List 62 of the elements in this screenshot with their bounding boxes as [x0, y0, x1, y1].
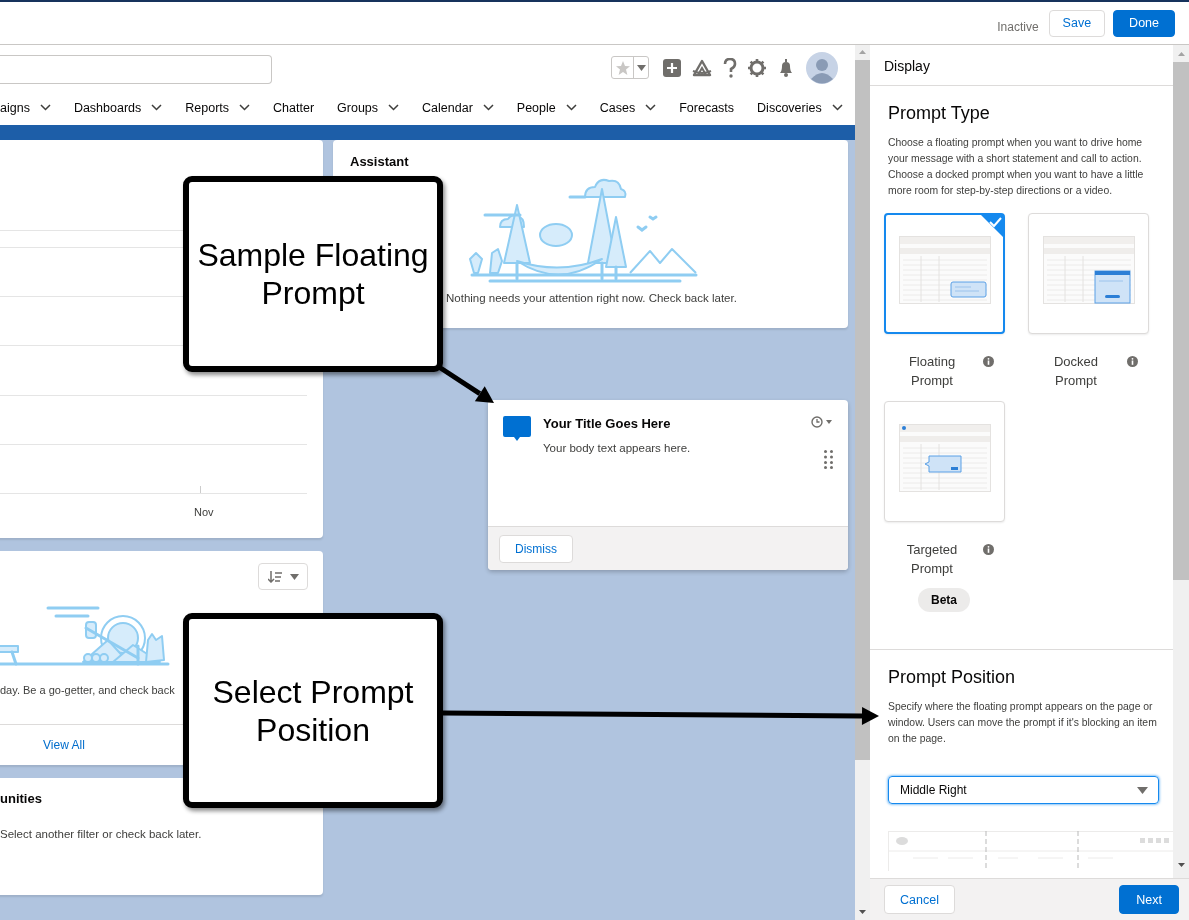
next-button[interactable]: Next — [1119, 885, 1179, 914]
info-icon — [983, 544, 994, 555]
section-heading: Prompt Position — [888, 666, 1017, 688]
dismiss-button[interactable]: Dismiss — [499, 534, 573, 563]
card-title: unities — [0, 791, 43, 806]
info-icon — [1127, 356, 1138, 367]
sort-button[interactable] — [258, 563, 308, 590]
nav-item[interactable]: Groups — [337, 100, 400, 115]
caret-icon — [636, 64, 646, 71]
favorites-button[interactable] — [611, 56, 649, 79]
nav-item[interactable]: People — [516, 100, 577, 115]
section-description: Choose a floating prompt when you want to drive home your message with a short statement and call to action. Choose a docked prompt when you want to have a little more room for step-by-step directions or a video. — [888, 136, 1145, 198]
section-description: Specify where the floating prompt appears on the page or window. Users can move the prompt if it's blocking an item on the page. — [888, 700, 1158, 746]
save-button[interactable]: Save — [1048, 9, 1106, 37]
beta-badge: Beta — [918, 588, 970, 612]
bell-icon[interactable] — [777, 58, 795, 77]
prompt-type-label: Floating Prompt — [907, 353, 957, 390]
prompt-title: Your Title Goes Here — [543, 416, 672, 431]
nav-item[interactable]: Calendar — [422, 100, 494, 115]
clock-caret-icon[interactable] — [811, 416, 833, 428]
chat-icon — [503, 416, 531, 442]
empty-message: day. Be a go-getter, and check back — [0, 684, 175, 696]
search-field[interactable] — [0, 54, 272, 84]
card-title: Assistant — [350, 154, 410, 169]
avatar[interactable] — [806, 51, 838, 84]
nav-item[interactable]: Cases — [599, 100, 657, 115]
nav-item[interactable]: Discoveries — [757, 100, 843, 115]
drag-handle-icon[interactable] — [824, 450, 833, 469]
done-button[interactable]: Done — [1113, 9, 1175, 37]
nav-item[interactable]: Forecasts — [679, 100, 735, 115]
axis-label: Nov — [194, 506, 214, 518]
prompt-type-label: Targeted Prompt — [905, 541, 959, 578]
nav-item[interactable]: Dashboards — [73, 100, 163, 115]
scroll-down-icon[interactable] — [859, 910, 866, 914]
empty-message: Select another filter or check back later. — [0, 828, 203, 840]
info-icon — [983, 356, 994, 367]
mountain-icon[interactable] — [692, 58, 712, 77]
caret-icon — [1137, 786, 1148, 794]
nav-item[interactable]: aigns — [0, 100, 51, 115]
section-heading: Prompt Type — [888, 102, 991, 124]
prompt-type-label: Docked Prompt — [1052, 353, 1100, 390]
sort-icon — [267, 570, 282, 583]
nav-item[interactable]: Reports — [185, 100, 251, 115]
position-select[interactable]: Middle Right — [888, 776, 1159, 804]
caret-icon — [289, 573, 299, 580]
cancel-button[interactable]: Cancel — [884, 885, 955, 914]
plus-icon[interactable] — [663, 58, 681, 77]
scroll-down-icon[interactable] — [1178, 863, 1185, 867]
callout-text: Select Prompt Position — [211, 672, 415, 749]
view-all-link[interactable]: View All — [43, 738, 85, 752]
settings-icon[interactable] — [748, 58, 766, 77]
check-icon — [980, 214, 1004, 238]
star-icon — [615, 60, 630, 75]
prompt-body: Your body text appears here. — [543, 442, 692, 454]
scrollbar[interactable] — [855, 45, 870, 920]
nav-item[interactable]: Chatter — [273, 100, 315, 115]
prompt-type-tile[interactable] — [884, 213, 1005, 334]
callout-text: Sample Floating Prompt — [196, 236, 430, 312]
status-label: Inactive — [997, 20, 1039, 34]
empty-message: Nothing needs your attention right now. Check back later. — [446, 292, 738, 304]
help-icon[interactable] — [723, 57, 737, 78]
scrollbar[interactable] — [1173, 45, 1189, 878]
